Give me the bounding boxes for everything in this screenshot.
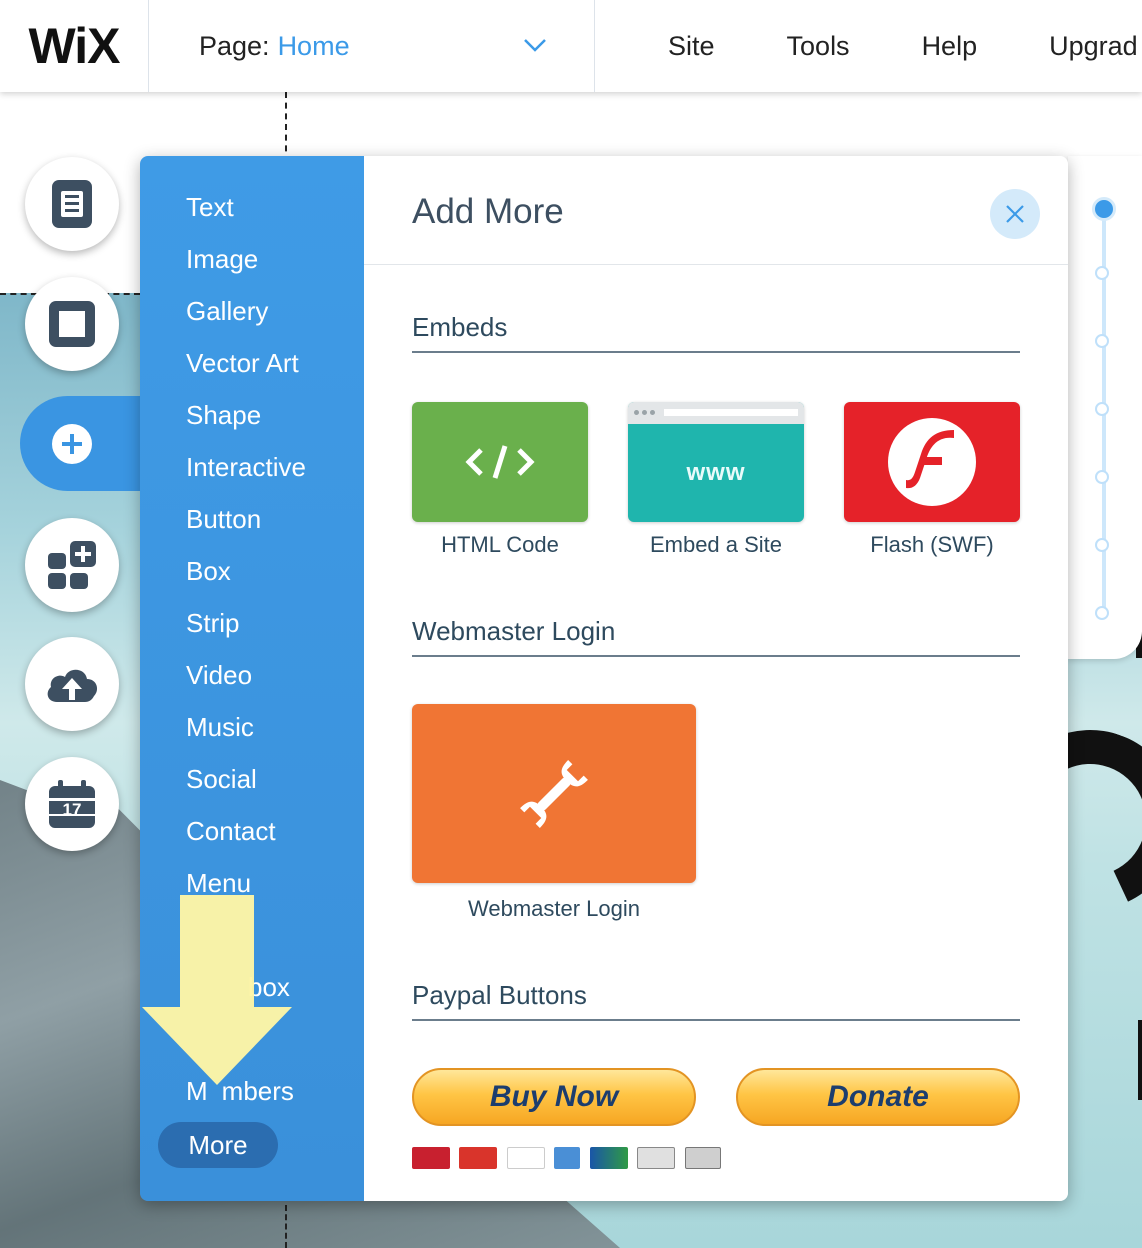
html-code-label[interactable]: HTML Code bbox=[412, 532, 588, 558]
layout-guide bbox=[285, 1205, 287, 1248]
plus-icon bbox=[52, 423, 92, 464]
page-selector-value: Home bbox=[277, 30, 350, 61]
category-music[interactable]: Music bbox=[186, 712, 254, 743]
document-icon bbox=[52, 180, 92, 228]
divider bbox=[364, 264, 1068, 265]
discover-icon bbox=[637, 1147, 676, 1169]
add-panel: Text Image Gallery Vector Art Shape Inte… bbox=[140, 156, 1068, 1201]
add-categories-list: Text Image Gallery Vector Art Shape Inte… bbox=[140, 156, 364, 1201]
category-shape[interactable]: Shape bbox=[186, 400, 261, 431]
scroll-position-dot-active[interactable] bbox=[1092, 197, 1116, 221]
panel-title: Add More bbox=[412, 192, 564, 231]
editor-top-bar: WiX Page: Home Site Tools Help Upgrad bbox=[0, 0, 1142, 92]
nav-upgrade[interactable]: Upgrad bbox=[1049, 31, 1138, 62]
top-nav: Site Tools Help Upgrad bbox=[596, 0, 1138, 92]
scroll-position-dot[interactable] bbox=[1095, 470, 1109, 484]
apps-icon bbox=[48, 541, 96, 589]
mastercard-icon bbox=[412, 1147, 450, 1169]
scroll-position-dot[interactable] bbox=[1095, 538, 1109, 552]
category-members-initial: M bbox=[186, 1076, 208, 1106]
scroll-position-dot[interactable] bbox=[1095, 334, 1109, 348]
category-lightbox[interactable]: box bbox=[248, 972, 290, 1003]
calendar-day: 17 bbox=[63, 800, 82, 819]
category-video[interactable]: Video bbox=[186, 660, 252, 691]
nav-site[interactable]: Site bbox=[668, 31, 715, 62]
jcb-icon bbox=[589, 1147, 628, 1169]
category-image[interactable]: Image bbox=[186, 244, 258, 275]
flash-icon bbox=[888, 418, 976, 506]
category-menu[interactable]: Menu bbox=[186, 868, 251, 899]
category-social[interactable]: Social bbox=[186, 764, 257, 795]
category-strip[interactable]: Strip bbox=[186, 608, 239, 639]
maestro-icon bbox=[459, 1147, 498, 1169]
section-divider bbox=[412, 1019, 1020, 1021]
flash-label[interactable]: Flash (SWF) bbox=[844, 532, 1020, 558]
nav-help[interactable]: Help bbox=[922, 31, 978, 62]
paypal-donate-button[interactable]: Donate bbox=[736, 1068, 1020, 1126]
category-text[interactable]: Text bbox=[186, 192, 234, 223]
category-more[interactable]: More bbox=[158, 1122, 278, 1168]
scroll-position-dot[interactable] bbox=[1095, 606, 1109, 620]
webmaster-login-label[interactable]: Webmaster Login bbox=[412, 896, 696, 922]
page-selector[interactable]: Page: Home bbox=[149, 0, 595, 92]
section-divider bbox=[412, 351, 1020, 353]
category-members-rest: mbers bbox=[221, 1076, 294, 1106]
embed-site-tile[interactable]: www bbox=[628, 402, 804, 522]
bookings-button[interactable]: 17 bbox=[25, 757, 119, 851]
visa-icon bbox=[506, 1147, 545, 1169]
www-icon: www bbox=[686, 459, 746, 486]
cloud-upload-icon bbox=[47, 669, 98, 702]
page-selector-label: Page: bbox=[199, 30, 270, 61]
upload-button[interactable] bbox=[25, 637, 119, 731]
background-button[interactable] bbox=[25, 277, 119, 371]
scroll-position-dot[interactable] bbox=[1095, 402, 1109, 416]
section-divider bbox=[412, 655, 1020, 657]
chevron-down-icon bbox=[524, 39, 546, 52]
category-interactive[interactable]: Interactive bbox=[186, 452, 306, 483]
layout-guide bbox=[285, 92, 287, 162]
bank-icon bbox=[684, 1147, 721, 1169]
calendar-icon: 17 bbox=[49, 780, 95, 828]
add-more-content: Add More Embeds HTML Code www Embed a Si… bbox=[364, 156, 1068, 1201]
category-vector-art[interactable]: Vector Art bbox=[186, 348, 299, 379]
add-apps-button[interactable] bbox=[25, 518, 119, 612]
browser-bar bbox=[628, 402, 804, 424]
close-button[interactable] bbox=[990, 189, 1040, 239]
paypal-buy-now-button[interactable]: Buy Now bbox=[412, 1068, 696, 1126]
webmaster-login-tile[interactable] bbox=[412, 704, 696, 883]
payment-cards bbox=[412, 1147, 721, 1173]
category-contact[interactable]: Contact bbox=[186, 816, 276, 847]
nav-tools[interactable]: Tools bbox=[787, 31, 850, 62]
wix-logo[interactable]: WiX bbox=[0, 0, 149, 92]
wrench-icon bbox=[520, 759, 588, 828]
section-scroller bbox=[1068, 156, 1142, 659]
category-members[interactable]: Mmbers bbox=[186, 1076, 294, 1107]
close-icon bbox=[1006, 205, 1024, 223]
embed-site-label[interactable]: Embed a Site bbox=[628, 532, 804, 558]
scroll-position-dot[interactable] bbox=[1095, 266, 1109, 280]
amex-icon bbox=[554, 1147, 581, 1169]
section-title-webmaster-login: Webmaster Login bbox=[412, 616, 616, 646]
square-icon bbox=[49, 301, 95, 347]
canvas-graphic bbox=[1138, 1020, 1142, 1100]
pages-menu-button[interactable] bbox=[25, 157, 119, 251]
flash-tile[interactable] bbox=[844, 402, 1020, 522]
code-icon bbox=[465, 445, 535, 479]
section-title-paypal-buttons: Paypal Buttons bbox=[412, 980, 587, 1010]
category-gallery[interactable]: Gallery bbox=[186, 296, 268, 327]
section-title-embeds: Embeds bbox=[412, 312, 508, 342]
category-box[interactable]: Box bbox=[186, 556, 231, 587]
category-button[interactable]: Button bbox=[186, 504, 261, 535]
html-code-tile[interactable] bbox=[412, 402, 588, 522]
